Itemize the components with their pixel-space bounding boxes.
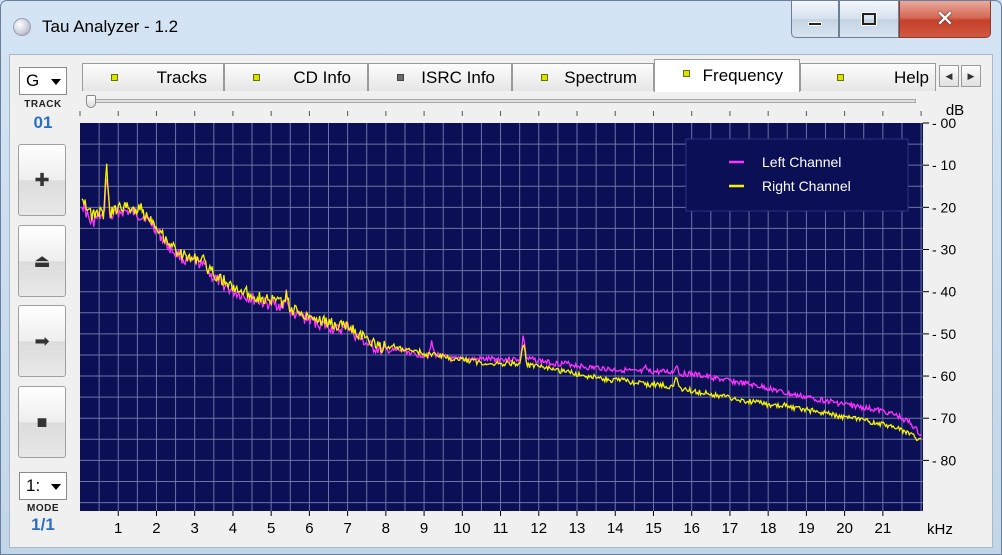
x-tick-label: 9 bbox=[420, 520, 428, 537]
x-tick-label: 5 bbox=[267, 520, 275, 537]
x-tick-label: 6 bbox=[305, 520, 313, 537]
title-bar[interactable]: Tau Analyzer - 1.2 ✕ bbox=[1, 1, 1001, 45]
y-tick-label: - 70 bbox=[932, 410, 956, 426]
chart-legend: Left Channel Right Channel bbox=[685, 138, 909, 212]
y-tick-label: - 80 bbox=[932, 452, 956, 468]
status-led-icon bbox=[683, 70, 690, 77]
x-tick-label: 21 bbox=[875, 520, 892, 537]
x-tick-label: 15 bbox=[645, 520, 662, 537]
x-tick-label: 13 bbox=[569, 520, 586, 537]
minimize-button[interactable] bbox=[791, 1, 839, 38]
x-axis-label: kHz bbox=[927, 521, 953, 538]
x-tick-label: 1 bbox=[114, 520, 122, 537]
y-tick-label: - 30 bbox=[932, 242, 956, 258]
maximize-icon bbox=[862, 13, 876, 25]
frequency-chart: - 00- 10- 20- 30- 40- 50- 60- 70- 80 123… bbox=[79, 102, 964, 538]
legend-box bbox=[685, 138, 909, 212]
x-tick-label: 18 bbox=[760, 520, 777, 537]
slider-ticks bbox=[79, 111, 922, 116]
x-tick-label: 16 bbox=[683, 520, 700, 537]
legend-label-left: Left Channel bbox=[762, 154, 841, 170]
x-tick-label: 17 bbox=[722, 520, 739, 537]
app-window: Tau Analyzer - 1.2 ✕ G TRACK 01 ✚ ⏏ ➡ ■ … bbox=[0, 0, 1002, 555]
y-tick-label: - 20 bbox=[932, 199, 956, 215]
x-tick-label: 14 bbox=[607, 520, 624, 537]
x-tick-label: 3 bbox=[191, 520, 199, 537]
tab-frequency[interactable]: Frequency bbox=[654, 59, 800, 92]
x-tick-label: 4 bbox=[229, 520, 237, 537]
y-tick-label: - 10 bbox=[932, 157, 956, 173]
y-axis: - 00- 10- 20- 30- 40- 50- 60- 70- 80 bbox=[923, 115, 956, 468]
x-tick-label: 20 bbox=[836, 520, 853, 537]
app-icon[interactable] bbox=[13, 18, 31, 36]
client-area: G TRACK 01 ✚ ⏏ ➡ ■ 1: MODE 1/1 Tracks CD… bbox=[9, 54, 993, 548]
minimize-icon bbox=[808, 22, 822, 26]
window-title: Tau Analyzer - 1.2 bbox=[42, 17, 179, 36]
maximize-button[interactable] bbox=[839, 1, 899, 38]
y-axis-label: dB bbox=[946, 102, 964, 119]
x-tick-label: 12 bbox=[530, 520, 547, 537]
x-axis: 1 2 3 4 5 6 7 8 9 10 11 12 13 14 15 16 17 18 19 20 21 bbox=[114, 511, 891, 537]
x-tick-label: 2 bbox=[152, 520, 160, 537]
legend-label-right: Right Channel bbox=[762, 178, 851, 194]
y-tick-label: - 50 bbox=[932, 326, 956, 342]
x-tick-label: 10 bbox=[454, 520, 471, 537]
close-icon: ✕ bbox=[935, 6, 955, 31]
close-button[interactable]: ✕ bbox=[899, 1, 991, 38]
y-tick-label: - 60 bbox=[932, 368, 956, 384]
x-tick-label: 19 bbox=[798, 520, 815, 537]
x-tick-label: 7 bbox=[343, 520, 351, 537]
y-tick-label: - 40 bbox=[932, 284, 956, 300]
tab-label: Frequency bbox=[702, 66, 783, 85]
x-tick-label: 8 bbox=[382, 520, 390, 537]
x-tick-label: 11 bbox=[493, 520, 509, 537]
